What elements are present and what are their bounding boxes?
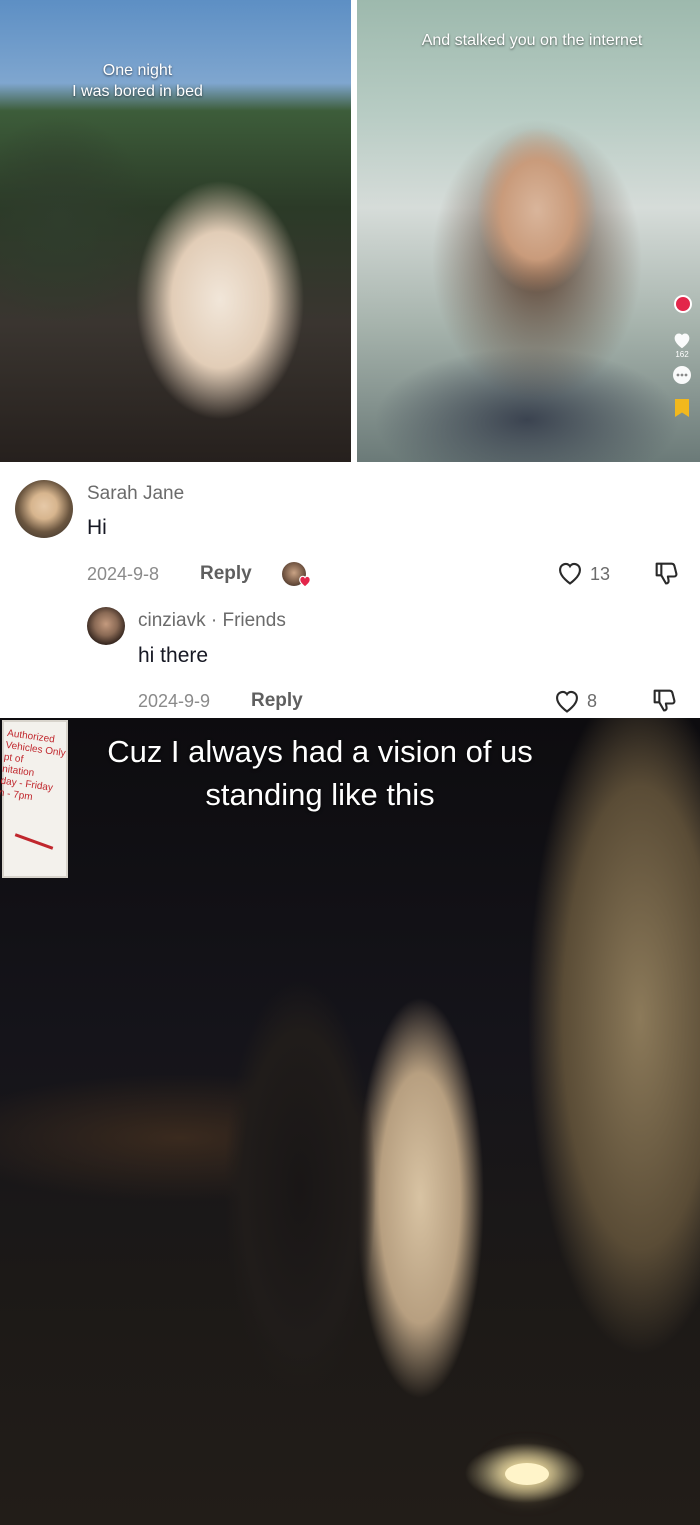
concert-lawn-photo: One night I was bored in bed <box>0 0 351 462</box>
heart-outline-icon <box>556 690 578 713</box>
comment-dots-icon <box>672 365 692 385</box>
top-photo-row: One night I was bored in bed And stalked… <box>0 0 700 462</box>
comment-author[interactable]: Sarah Jane <box>87 483 184 505</box>
like-button[interactable] <box>553 688 581 719</box>
comment-date: 2024-9-8 <box>87 564 160 584</box>
reply-button[interactable]: Reply <box>200 563 252 585</box>
like-count: 13 <box>590 564 611 584</box>
dislike-button[interactable] <box>650 686 678 719</box>
car-selfie-photo: And stalked you on the internet 162 <box>357 0 700 462</box>
reply-button[interactable]: Reply <box>251 690 303 712</box>
photo-caption-right: And stalked you on the internet <box>421 32 643 49</box>
bookmark-icon <box>675 399 689 417</box>
dislike-button[interactable] <box>652 559 680 592</box>
liked-by-author-heart-icon <box>298 574 312 588</box>
comment-text: Hi <box>87 516 107 539</box>
reply-author-name[interactable]: cinziavk <box>138 610 206 631</box>
rail-like[interactable]: 162 <box>670 330 694 359</box>
like-count: 162 <box>675 350 689 359</box>
avatar[interactable] <box>87 607 125 645</box>
reply-date: 2024-9-9 <box>138 691 211 711</box>
rail-comments[interactable] <box>670 365 694 385</box>
like-button[interactable] <box>556 560 584 591</box>
avatar[interactable] <box>15 480 73 538</box>
street-night-photo: Authorized Vehicles Only pt of nitation … <box>0 718 700 1525</box>
ground-lamp <box>505 1463 549 1485</box>
photo-caption-bottom: Cuz I always had a vision of us standing… <box>107 734 533 812</box>
thumbs-down-icon <box>655 562 678 585</box>
comment-section: Sarah Jane Hi 2024-9-8 Reply 13 cinziavk… <box>0 462 700 718</box>
like-count: 8 <box>587 691 598 711</box>
profile-badge-icon[interactable] <box>674 295 692 313</box>
friends-badge: · Friends <box>210 610 286 631</box>
video-side-rail: 162 <box>670 330 694 423</box>
rail-bookmark[interactable] <box>670 399 694 417</box>
thumbs-down-icon <box>653 689 676 712</box>
heart-icon <box>672 330 692 350</box>
reply-text: hi there <box>138 644 209 667</box>
sign-arrow-icon <box>14 833 54 850</box>
heart-outline-icon <box>559 562 581 585</box>
comment-author-reply[interactable]: cinziavk · Friends <box>138 610 286 632</box>
photo-caption-left: One night I was bored in bed <box>72 62 203 100</box>
